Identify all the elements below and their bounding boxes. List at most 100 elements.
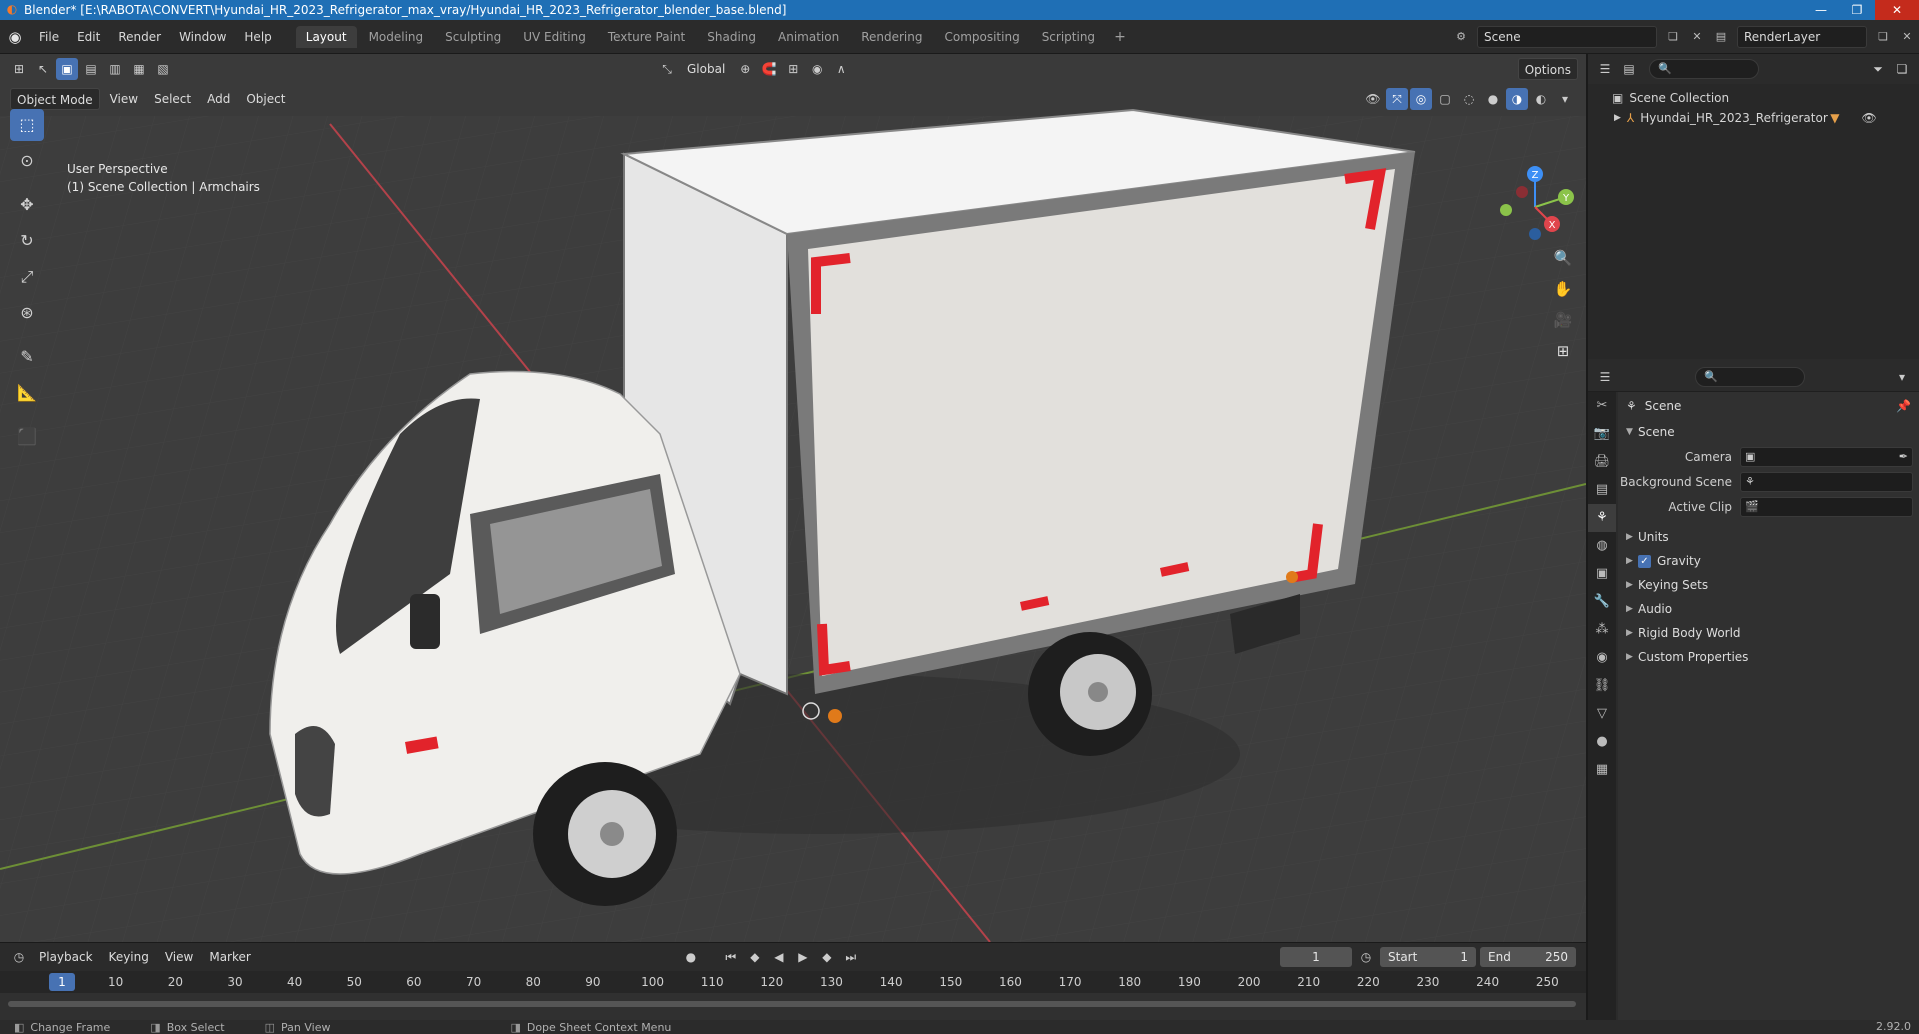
timeline-editor-type-icon[interactable]: ◷: [8, 946, 30, 968]
camera-field[interactable]: ▣ ✒: [1740, 446, 1913, 467]
background-scene-field[interactable]: ⚘: [1740, 471, 1913, 492]
tab-rendering[interactable]: Rendering: [851, 26, 932, 48]
end-frame-field[interactable]: End 250: [1480, 947, 1576, 967]
view-layer-browse-icon[interactable]: ▤: [1711, 27, 1731, 47]
snap-target-icon[interactable]: ⊞: [782, 58, 804, 80]
jump-keyframe-forward-icon[interactable]: ◆: [816, 946, 838, 968]
menu-view[interactable]: View: [104, 88, 144, 110]
tab-texture-paint[interactable]: Texture Paint: [598, 26, 695, 48]
show-gizmo-icon[interactable]: ⤧: [1386, 88, 1408, 110]
tab-sculpting[interactable]: Sculpting: [435, 26, 511, 48]
new-collection-icon[interactable]: ❏: [1891, 58, 1913, 80]
3d-viewport[interactable]: ⊞ ↖ ▣ ▤ ▥ ▦ ▧ ⤡ Global ⊕ 🧲 ⊞ ◉ ∧ Options…: [0, 54, 1586, 942]
rigid-body-world-panel-header[interactable]: ▶ Rigid Body World: [1618, 621, 1919, 645]
gizmo-neg-z-icon[interactable]: [1529, 228, 1541, 240]
pin-icon[interactable]: 📌: [1896, 392, 1911, 420]
view-layer-properties-icon[interactable]: ▤: [1588, 476, 1616, 504]
options-dropdown[interactable]: Options: [1517, 58, 1578, 80]
tab-layout[interactable]: Layout: [295, 25, 357, 48]
zoom-icon[interactable]: 🔍: [1549, 244, 1577, 272]
outliner-search-input[interactable]: 🔍: [1649, 59, 1759, 79]
display-mode-icon[interactable]: ▤: [1618, 58, 1640, 80]
custom-properties-panel-header[interactable]: ▶ Custom Properties: [1618, 645, 1919, 669]
rotate-tool-icon[interactable]: ↻: [10, 225, 44, 257]
start-frame-field[interactable]: Start 1: [1380, 947, 1476, 967]
scene-panel-header[interactable]: ▼ Scene: [1618, 420, 1919, 444]
modifier-properties-icon[interactable]: 🔧: [1588, 588, 1616, 616]
menu-add[interactable]: Add: [201, 88, 236, 110]
shading-options-icon[interactable]: ▾: [1554, 88, 1576, 110]
visibility-eye-icon[interactable]: 👁: [1362, 88, 1384, 110]
select-box-mode-icon[interactable]: ▣: [56, 58, 78, 80]
jump-keyframe-back-icon[interactable]: ◆: [744, 946, 766, 968]
new-scene-icon[interactable]: ❏: [1663, 27, 1683, 47]
minimize-icon[interactable]: —: [1803, 0, 1839, 20]
playhead-frame[interactable]: 1: [49, 973, 75, 991]
tab-shading[interactable]: Shading: [697, 26, 766, 48]
close-icon[interactable]: ✕: [1875, 0, 1919, 20]
material-preview-shading-icon[interactable]: ◑: [1506, 88, 1528, 110]
object-data-properties-icon[interactable]: ▽: [1588, 700, 1616, 728]
timeline-scrollbar[interactable]: [8, 1001, 1576, 1007]
physics-properties-icon[interactable]: ◉: [1588, 644, 1616, 672]
measure-tool-icon[interactable]: 📐: [10, 377, 44, 409]
select-intersect-icon[interactable]: ▧: [152, 58, 174, 80]
camera-view-icon[interactable]: 🎥: [1549, 306, 1577, 334]
select-invert-icon[interactable]: ▦: [128, 58, 150, 80]
output-properties-icon[interactable]: 🖨: [1588, 448, 1616, 476]
pan-hand-icon[interactable]: ✋: [1549, 275, 1577, 303]
gizmo-neg-x-icon[interactable]: [1516, 186, 1528, 198]
particle-properties-icon[interactable]: ⁂: [1588, 616, 1616, 644]
render-properties-icon[interactable]: 📷: [1588, 420, 1616, 448]
rendered-shading-icon[interactable]: ◐: [1530, 88, 1552, 110]
delete-view-layer-icon[interactable]: ✕: [1897, 27, 1917, 47]
menu-playback[interactable]: Playback: [33, 946, 99, 968]
scene-selector[interactable]: Scene: [1477, 25, 1657, 48]
pivot-point-icon[interactable]: ⊕: [734, 58, 756, 80]
add-workspace-icon[interactable]: +: [1106, 29, 1134, 45]
expand-arrow-icon[interactable]: ▶: [1614, 108, 1621, 128]
select-tool-icon[interactable]: ↖: [32, 58, 54, 80]
auto-keying-icon[interactable]: ●: [680, 946, 702, 968]
menu-timeline-view[interactable]: View: [159, 946, 199, 968]
play-icon[interactable]: ▶: [792, 946, 814, 968]
menu-file[interactable]: File: [30, 20, 68, 54]
properties-editor-type-icon[interactable]: ☰: [1594, 366, 1616, 388]
falloff-icon[interactable]: ∧: [830, 58, 852, 80]
transform-orientation-dropdown[interactable]: Global: [681, 58, 731, 80]
transform-tool-icon[interactable]: ⊛: [10, 297, 44, 329]
timeline-ruler[interactable]: 1 10 20 30 40 50 60 70 80 90 100 110 120 130 140 150 16…: [0, 971, 1586, 993]
delete-scene-icon[interactable]: ✕: [1687, 27, 1707, 47]
tool-properties-icon[interactable]: ✂: [1588, 392, 1616, 420]
snap-icon[interactable]: 🧲: [758, 58, 780, 80]
render-layer-selector[interactable]: RenderLayer: [1737, 25, 1867, 48]
tab-scripting[interactable]: Scripting: [1032, 26, 1105, 48]
tab-compositing[interactable]: Compositing: [934, 26, 1029, 48]
texture-properties-icon[interactable]: ▦: [1588, 756, 1616, 784]
menu-select[interactable]: Select: [148, 88, 197, 110]
select-box-tool-icon[interactable]: ⬚: [10, 109, 44, 141]
timeline-body[interactable]: [0, 993, 1586, 1021]
menu-object[interactable]: Object: [240, 88, 291, 110]
scene-properties-icon[interactable]: ⚘: [1588, 504, 1616, 532]
show-overlays-icon[interactable]: ◎: [1410, 88, 1432, 110]
tab-modeling[interactable]: Modeling: [359, 26, 434, 48]
active-clip-field[interactable]: 🎬: [1740, 496, 1913, 517]
tab-uv-editing[interactable]: UV Editing: [513, 26, 596, 48]
scene-browse-icon[interactable]: ⚙: [1451, 27, 1471, 47]
units-panel-header[interactable]: ▶ Units: [1618, 525, 1919, 549]
menu-edit[interactable]: Edit: [68, 20, 109, 54]
wireframe-shading-icon[interactable]: ◌: [1458, 88, 1480, 110]
object-mode-dropdown[interactable]: Object Mode: [10, 88, 100, 110]
editor-type-icon[interactable]: ⊞: [8, 58, 30, 80]
transform-orientation-icon[interactable]: ⤡: [656, 58, 678, 80]
ortho-grid-icon[interactable]: ⊞: [1549, 337, 1577, 365]
eyedropper-icon[interactable]: ✒: [1899, 448, 1908, 466]
cursor-tool-icon[interactable]: ⊙: [10, 145, 44, 177]
constraint-properties-icon[interactable]: ⛓: [1588, 672, 1616, 700]
new-view-layer-icon[interactable]: ❏: [1873, 27, 1893, 47]
jump-end-icon[interactable]: ⏭: [840, 946, 862, 968]
add-cube-tool-icon[interactable]: ⬛: [10, 421, 44, 453]
maximize-icon[interactable]: ❐: [1839, 0, 1875, 20]
outliner-scene-collection[interactable]: ▣ Scene Collection: [1588, 88, 1919, 108]
